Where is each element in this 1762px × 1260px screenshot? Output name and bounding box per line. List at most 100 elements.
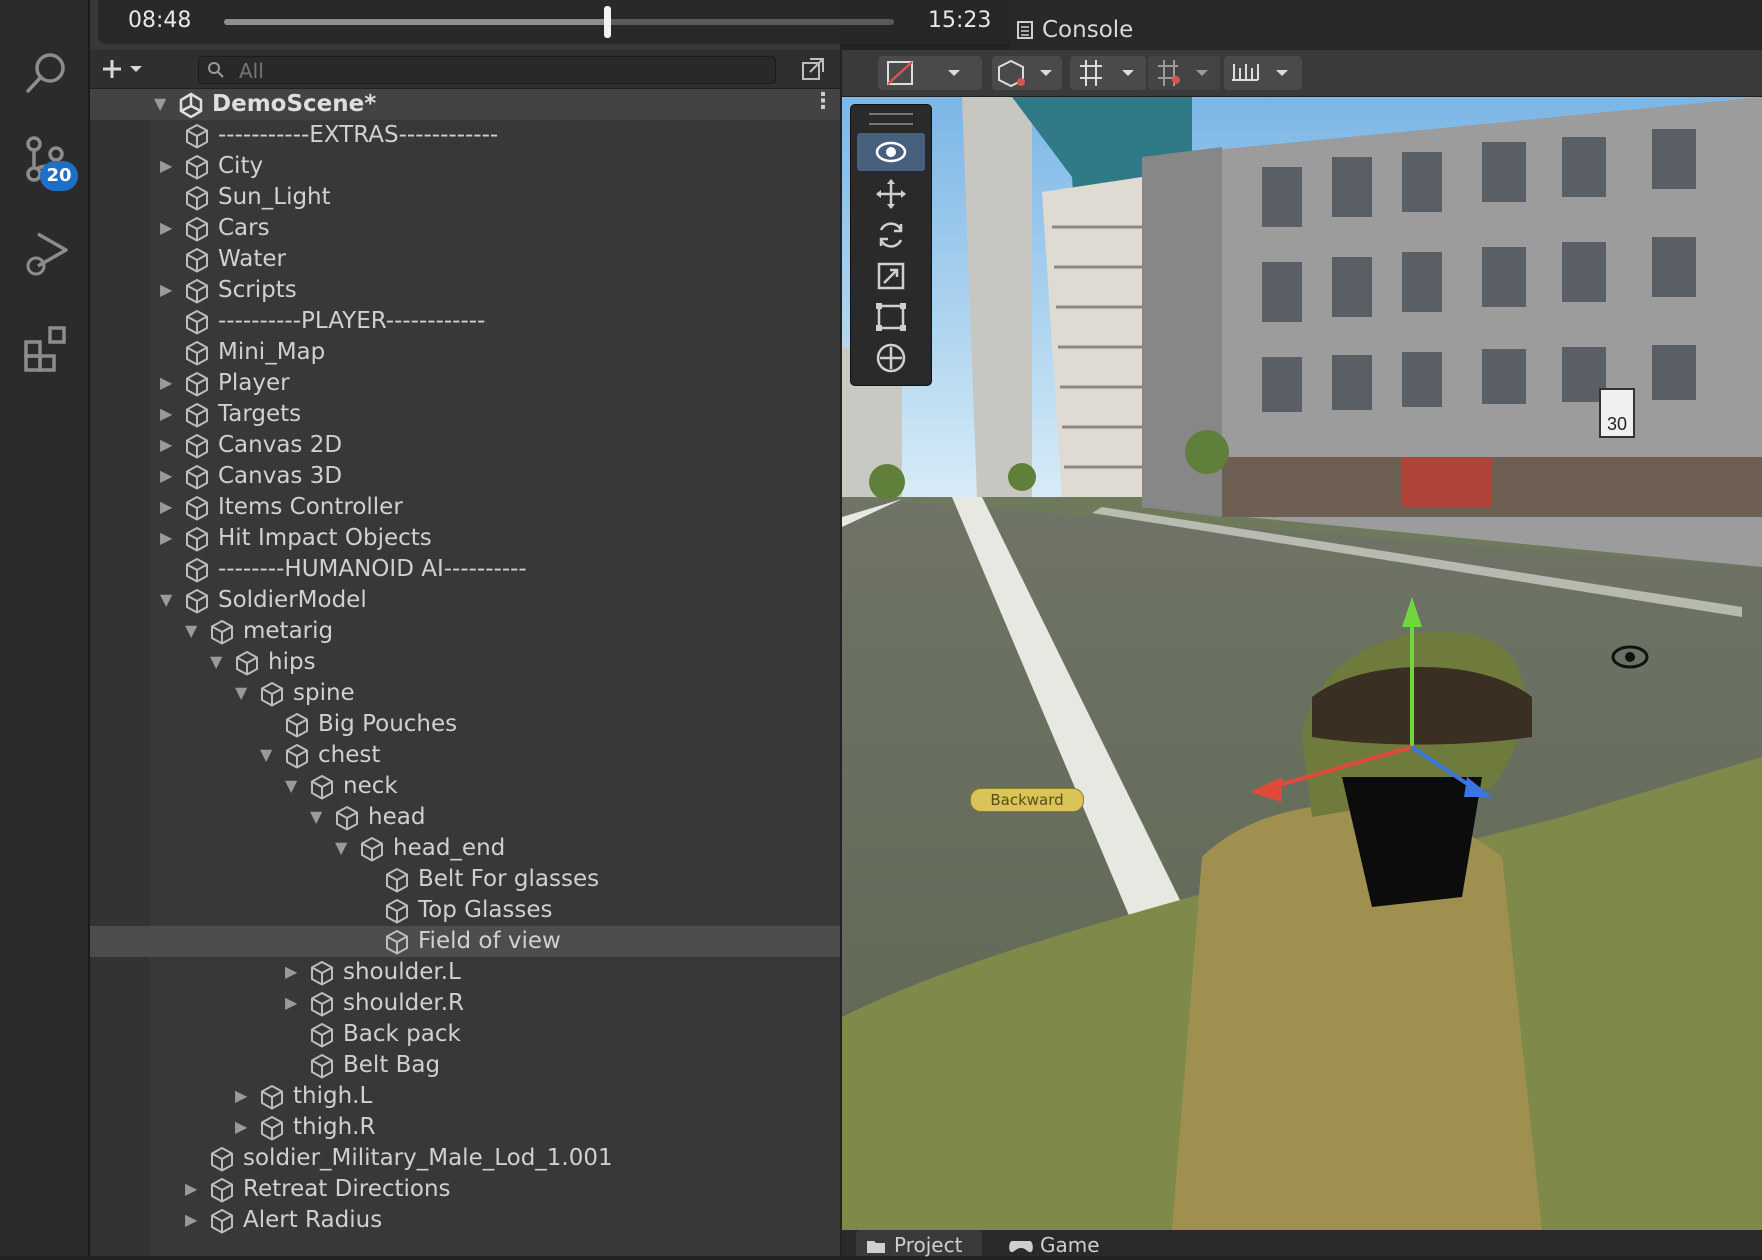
tree-item[interactable]: ▶ thigh.L [90, 1081, 840, 1112]
move-tool-button[interactable] [857, 175, 925, 213]
tree-item[interactable]: ▶ Scripts [90, 275, 840, 306]
tree-item[interactable]: ▶ Canvas 3D [90, 461, 840, 492]
collapsed-arrow-icon[interactable]: ▶ [285, 963, 299, 981]
seek-handle[interactable] [603, 6, 611, 38]
scale-tool-button[interactable] [857, 257, 925, 295]
tree-item[interactable]: ▶ thigh.R [90, 1112, 840, 1143]
tree-item[interactable]: ----------PLAYER------------ [90, 306, 840, 337]
tree-item[interactable]: Big Pouches [90, 709, 840, 740]
collapsed-arrow-icon[interactable]: ▶ [160, 219, 174, 237]
collapsed-arrow-icon[interactable]: ▶ [185, 1180, 199, 1198]
tree-item[interactable]: ▶ Retreat Directions [90, 1174, 840, 1205]
tree-item[interactable]: ▼ head [90, 802, 840, 833]
tree-item[interactable]: ▶ Targets [90, 399, 840, 430]
expanded-arrow-icon[interactable]: ▼ [185, 622, 199, 640]
rotate-tool-button[interactable] [857, 216, 925, 254]
tree-item[interactable]: Belt For glasses [90, 864, 840, 895]
tree-item[interactable]: ▼ SoldierModel [90, 585, 840, 616]
kebab-menu-icon[interactable]: ⋮ [812, 89, 834, 114]
tree-item[interactable]: ▶ Alert Radius [90, 1205, 840, 1236]
tree-item[interactable]: ▼ spine [90, 678, 840, 709]
tree-item[interactable]: ▶ shoulder.L [90, 957, 840, 988]
collapsed-arrow-icon[interactable]: ▶ [185, 1211, 199, 1229]
tree-item[interactable]: --------HUMANOID AI---------- [90, 554, 840, 585]
render-mode-button[interactable] [992, 56, 1062, 90]
tab-project-label: Project [894, 1233, 963, 1257]
tree-item[interactable]: ▶ City [90, 151, 840, 182]
tree-item[interactable]: ▶ Canvas 2D [90, 430, 840, 461]
grid-snap-button[interactable] [1070, 56, 1146, 90]
tree-item[interactable]: ▼ chest [90, 740, 840, 771]
expand-arrow-icon[interactable]: ▼ [154, 95, 168, 113]
collapsed-arrow-icon[interactable]: ▶ [235, 1087, 249, 1105]
collapsed-arrow-icon[interactable]: ▶ [160, 467, 174, 485]
expanded-arrow-icon[interactable]: ▼ [285, 777, 299, 795]
scale-icon [877, 262, 905, 290]
tree-item[interactable]: ▼ hips [90, 647, 840, 678]
hierarchy-search[interactable] [198, 56, 776, 84]
expanded-arrow-icon[interactable]: ▼ [310, 808, 324, 826]
view-tool-button[interactable] [857, 133, 925, 171]
tab-console[interactable]: Console [1042, 17, 1133, 43]
tree-item[interactable]: Belt Bag [90, 1050, 840, 1081]
tree-item-selected[interactable]: Field of view [90, 926, 840, 957]
increment-snap-button[interactable] [1148, 56, 1220, 90]
tree-item[interactable]: ▼ metarig [90, 616, 840, 647]
scene-row[interactable]: ▼ DemoScene* ⋮ [90, 89, 840, 120]
tree-item-label: chest [318, 742, 381, 768]
tree-item[interactable]: ▶ Player [90, 368, 840, 399]
tree-item[interactable]: soldier_Military_Male_Lod_1.001 [90, 1143, 840, 1174]
draw-mode-button[interactable] [878, 56, 982, 90]
maximize-icon[interactable] [800, 56, 826, 82]
palette-drag-handle[interactable] [869, 113, 913, 125]
collapsed-arrow-icon[interactable]: ▶ [160, 405, 174, 423]
collapsed-arrow-icon[interactable]: ▶ [285, 994, 299, 1012]
rect-tool-button[interactable] [857, 298, 925, 336]
expanded-arrow-icon[interactable]: ▼ [235, 684, 249, 702]
tree-item[interactable]: ▶ Hit Impact Objects [90, 523, 840, 554]
scene-viewport[interactable]: 30 Backward [842, 97, 1762, 1230]
tree-item-label: -----------EXTRAS------------ [218, 122, 499, 148]
collapsed-arrow-icon[interactable]: ▶ [235, 1118, 249, 1136]
expanded-arrow-icon[interactable]: ▼ [260, 746, 274, 764]
collapsed-arrow-icon[interactable]: ▶ [160, 157, 174, 175]
gameobject-cube-icon [236, 651, 258, 676]
collapsed-arrow-icon[interactable]: ▶ [160, 436, 174, 454]
expanded-arrow-icon[interactable]: ▼ [160, 591, 174, 609]
gameobject-cube-icon [386, 868, 408, 893]
expanded-arrow-icon[interactable]: ▼ [210, 653, 224, 671]
tab-project[interactable]: Project [856, 1230, 982, 1257]
gameobject-cube-icon [336, 806, 358, 831]
tree-item-label: neck [343, 773, 398, 799]
tree-item[interactable]: ▼ head_end [90, 833, 840, 864]
tree-item[interactable]: ▶ Cars [90, 213, 840, 244]
collapsed-arrow-icon[interactable]: ▶ [160, 498, 174, 516]
collapsed-arrow-icon[interactable]: ▶ [160, 281, 174, 299]
tree-item[interactable]: Top Glasses [90, 895, 840, 926]
tree-item[interactable]: ▶ shoulder.R [90, 988, 840, 1019]
tree-item[interactable]: ▼ neck [90, 771, 840, 802]
collapsed-arrow-icon[interactable]: ▶ [160, 374, 174, 392]
collapsed-arrow-icon[interactable]: ▶ [160, 529, 174, 547]
search-icon[interactable] [20, 48, 70, 98]
tree-item[interactable]: ▶ Items Controller [90, 492, 840, 523]
transform-tool-button[interactable] [857, 339, 925, 377]
tab-game[interactable]: Game [1002, 1230, 1112, 1257]
gameobject-cube-icon [186, 434, 208, 459]
tree-item[interactable]: Mini_Map [90, 337, 840, 368]
add-object-button[interactable] [100, 54, 152, 84]
extensions-icon[interactable] [20, 322, 70, 372]
scene-name: DemoScene* [212, 91, 377, 117]
expanded-arrow-icon[interactable]: ▼ [335, 839, 349, 857]
gameobject-cube-icon [261, 682, 283, 707]
search-input[interactable] [237, 59, 741, 83]
tree-item[interactable]: Sun_Light [90, 182, 840, 213]
hierarchy-panel: ▼ DemoScene* ⋮ -----------EXTRAS--------… [90, 0, 840, 1256]
tree-item[interactable]: Water [90, 244, 840, 275]
ruler-button[interactable] [1224, 56, 1302, 90]
seek-bar[interactable] [224, 6, 894, 38]
tree-item[interactable]: Back pack [90, 1019, 840, 1050]
tree-item-label: hips [268, 649, 316, 675]
run-debug-icon[interactable] [20, 228, 70, 278]
tree-item[interactable]: -----------EXTRAS------------ [90, 120, 840, 151]
